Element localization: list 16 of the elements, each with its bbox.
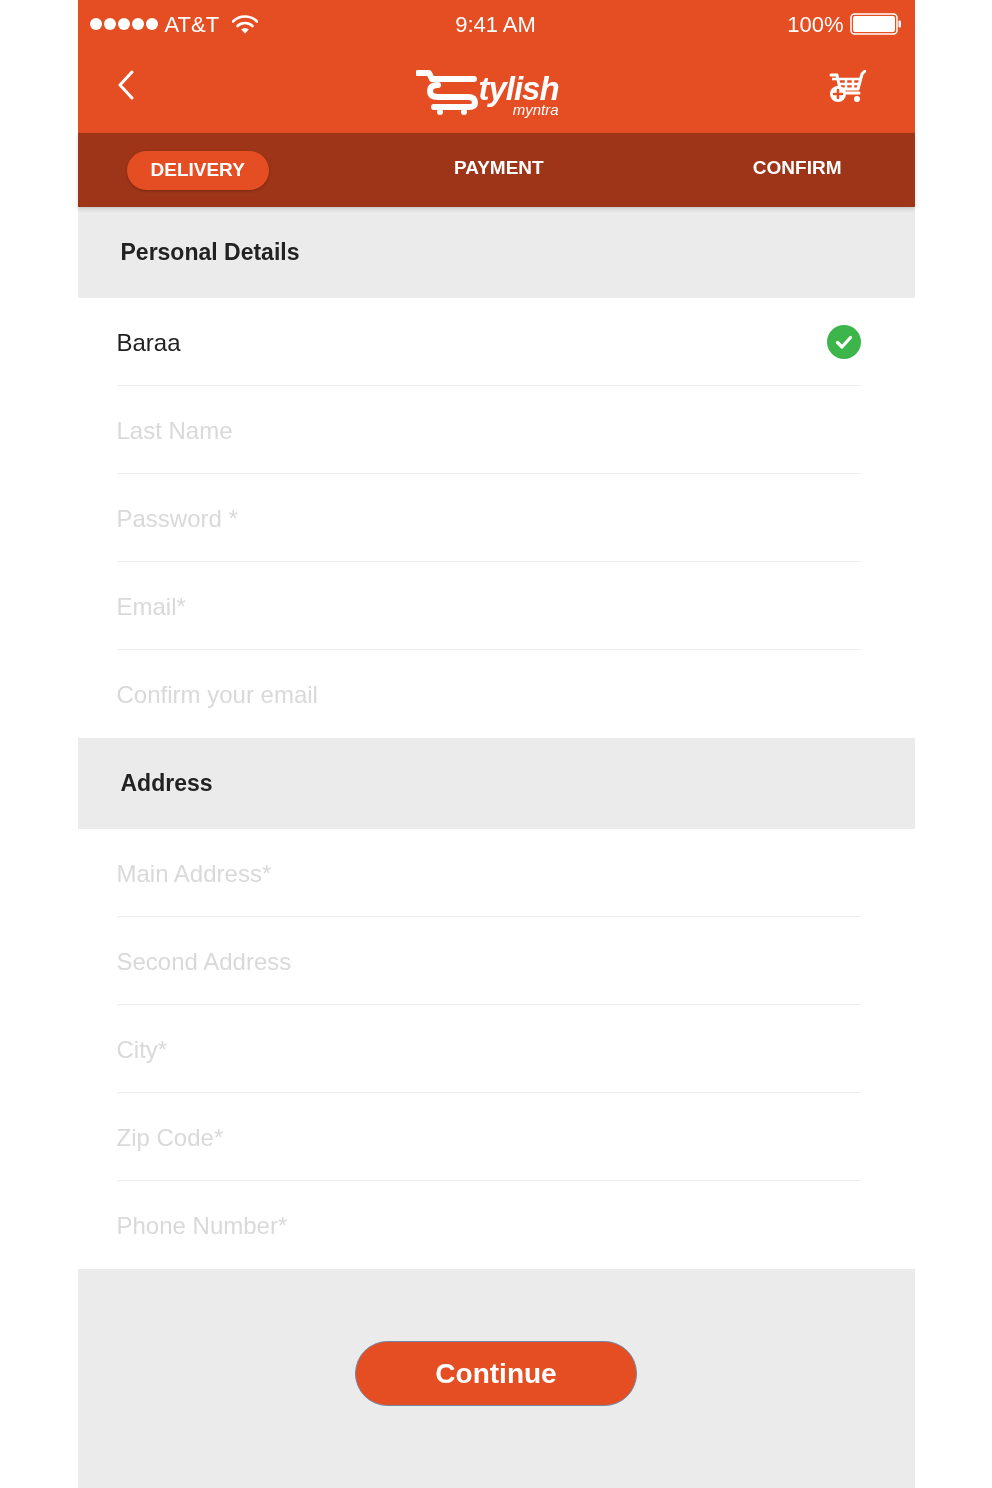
battery-icon [849,13,902,35]
wifi-icon [232,14,259,34]
cart-add-button[interactable] [829,70,867,103]
section-title: Personal Details [120,238,300,268]
step-tab[interactable]: PAYMENT [429,148,568,188]
battery-percent: 100% [787,10,844,39]
step-tab[interactable]: CONFIRM [728,148,866,188]
section-title: Address [120,769,213,799]
step-tab[interactable]: DELIVERY [126,150,269,190]
cart-logo-icon [416,68,479,115]
continue-button[interactable]: Continue [355,1341,637,1406]
signal-dots-icon [89,18,158,30]
input-field[interactable]: Baraa [116,312,827,373]
status-time: 9:41 AM [455,10,536,39]
carrier-name: AT&T [164,10,220,39]
cart-add-icon [829,70,867,103]
